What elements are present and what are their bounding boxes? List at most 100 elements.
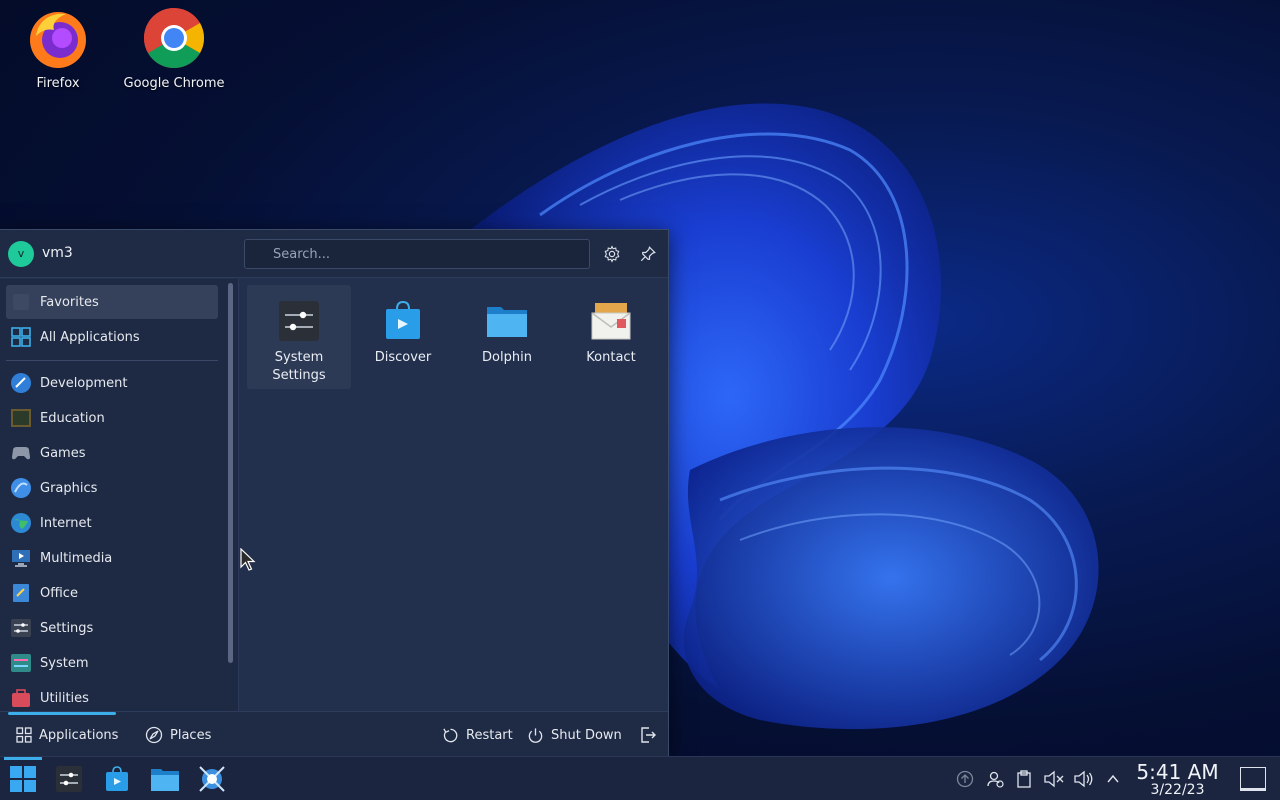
pin-icon [640, 246, 656, 262]
app-tile-kontact[interactable]: Kontact [559, 285, 663, 389]
sidebar-item-graphics[interactable]: Graphics [6, 471, 218, 505]
volume-tray[interactable] [1074, 769, 1094, 789]
app-label: Dolphin [482, 350, 532, 365]
sidebar-item-label: Graphics [40, 480, 98, 496]
utilities-icon [12, 689, 30, 707]
settings-icon [11, 619, 31, 637]
system-settings-icon [279, 301, 319, 341]
category-sidebar: Favorites All Applications Development E… [0, 279, 239, 711]
remote-desktop-icon [199, 766, 225, 792]
sidebar-item-games[interactable]: Games [6, 436, 218, 470]
sidebar-item-education[interactable]: Education [6, 401, 218, 435]
shutdown-button[interactable]: Shut Down [527, 724, 622, 746]
dolphin-folder-icon [151, 769, 179, 791]
power-icon [528, 727, 543, 743]
sidebar-item-label: Multimedia [40, 550, 113, 566]
desktop-icon-chrome[interactable]: Google Chrome [119, 6, 229, 91]
configure-button[interactable] [601, 243, 623, 265]
compass-icon [145, 726, 163, 744]
arrow-up-circle-icon [956, 770, 974, 788]
sidebar-item-label: All Applications [40, 329, 140, 345]
speaker-muted-icon [1044, 770, 1064, 788]
sidebar-item-multimedia[interactable]: Multimedia [6, 541, 218, 575]
development-icon [11, 373, 31, 393]
restart-label: Restart [466, 727, 513, 743]
taskbar-krdc[interactable] [196, 763, 228, 795]
sidebar-item-label: Favorites [40, 294, 99, 310]
discover-icon [386, 300, 420, 339]
user-switch-tray[interactable] [985, 769, 1005, 789]
restart-button[interactable]: Restart [442, 724, 513, 746]
avatar[interactable]: v [8, 241, 34, 267]
desktop-icon-firefox[interactable]: Firefox [3, 6, 113, 91]
multimedia-icon [12, 550, 30, 567]
sidebar-item-label: Utilities [40, 690, 89, 706]
mute-tray[interactable] [1044, 769, 1064, 789]
globe-icon [11, 513, 31, 533]
firefox-icon [30, 12, 86, 68]
clock-time[interactable]: 5:41 AM [1130, 760, 1225, 784]
desktop-icon-label: Firefox [36, 76, 80, 91]
chrome-icon [143, 7, 205, 69]
gear-icon [604, 245, 620, 263]
sidebar-item-label: Games [40, 445, 86, 461]
sidebar-item-label: Office [40, 585, 78, 601]
tab-places[interactable]: Places [145, 724, 211, 746]
chevron-up-icon [1107, 774, 1119, 783]
sidebar-item-office[interactable]: Office [6, 576, 218, 610]
pin-button[interactable] [637, 243, 659, 265]
active-tab-indicator [8, 712, 116, 715]
tab-label: Applications [39, 727, 119, 743]
user-icon [987, 771, 1004, 788]
clipboard-tray[interactable] [1014, 769, 1034, 789]
app-grid: System Settings Discover Dolphin Kontact [240, 279, 668, 711]
update-notifier[interactable] [955, 769, 975, 789]
sidebar-scrollbar[interactable] [228, 283, 233, 663]
sidebar-item-internet[interactable]: Internet [6, 506, 218, 540]
taskbar-system-settings[interactable] [53, 763, 85, 795]
system-icon [11, 654, 31, 672]
app-tile-system-settings[interactable]: System Settings [247, 285, 351, 389]
discover-icon [106, 766, 128, 791]
clipboard-icon [1017, 770, 1031, 788]
sidebar-item-label: Internet [40, 515, 92, 531]
logout-icon [641, 727, 656, 743]
gamepad-icon [12, 447, 30, 460]
sidebar-divider [6, 360, 218, 361]
clock-date[interactable]: 3/22/23 [1130, 782, 1225, 798]
app-label: Discover [374, 350, 432, 365]
taskbar-discover[interactable] [101, 763, 133, 795]
show-desktop-button[interactable] [1240, 767, 1266, 791]
launcher-footer: Applications Places Restart Shut Down [0, 711, 668, 757]
app-label: System Settings [272, 350, 326, 383]
tray-expand-button[interactable] [1103, 769, 1123, 789]
search-input[interactable] [244, 239, 590, 269]
restart-icon [443, 728, 458, 742]
speaker-icon [1074, 770, 1093, 788]
app-label: Kontact [586, 350, 636, 365]
leave-button[interactable] [639, 724, 664, 746]
education-icon [11, 409, 31, 427]
sidebar-item-label: Development [40, 375, 128, 391]
launcher-header: v vm3 [0, 230, 668, 278]
sidebar-item-all-applications[interactable]: All Applications [6, 320, 218, 354]
app-tile-dolphin[interactable]: Dolphin [455, 285, 559, 389]
star-icon [13, 294, 29, 310]
start-menu-button[interactable] [7, 763, 39, 795]
dolphin-folder-icon [487, 307, 527, 337]
graphics-icon [11, 478, 31, 498]
sidebar-item-label: System [40, 655, 89, 671]
sidebar-item-favorites[interactable]: Favorites [6, 285, 218, 319]
desktop-icon-label: Google Chrome [123, 76, 225, 91]
sidebar-item-development[interactable]: Development [6, 366, 218, 400]
sidebar-item-settings[interactable]: Settings [6, 611, 218, 645]
tab-label: Places [170, 727, 212, 743]
taskbar-dolphin[interactable] [149, 763, 181, 795]
tab-applications[interactable]: Applications [16, 724, 118, 746]
grid-icon [11, 327, 31, 347]
app-tile-discover[interactable]: Discover [351, 285, 455, 389]
sidebar-item-label: Settings [40, 620, 94, 636]
sidebar-item-utilities[interactable]: Utilities [6, 681, 218, 711]
sidebar-item-system[interactable]: System [6, 646, 218, 680]
user-name: vm3 [42, 245, 73, 261]
